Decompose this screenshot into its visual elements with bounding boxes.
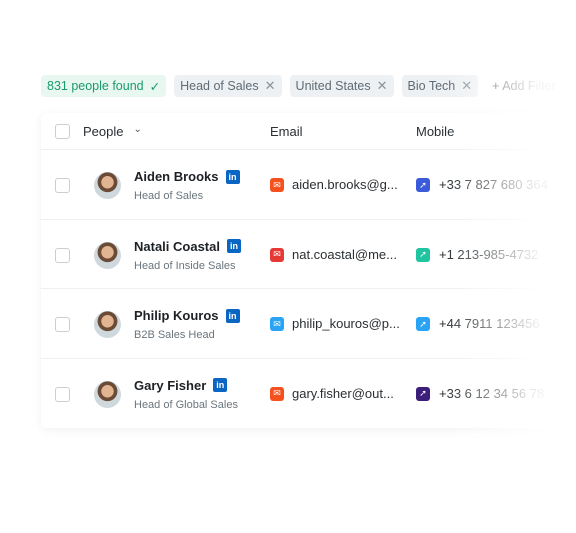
select-all-checkbox[interactable] — [55, 124, 70, 139]
avatar — [94, 311, 121, 338]
mobile-column-header: Mobile — [416, 124, 455, 139]
email-value[interactable]: gary.fisher@out... — [292, 386, 394, 401]
email-value[interactable]: nat.coastal@me... — [292, 247, 397, 262]
linkedin-icon[interactable]: in — [225, 308, 240, 323]
table-row[interactable]: Gary Fisher in Head of Global Sales ✉ gar… — [41, 359, 576, 429]
row-checkbox[interactable] — [55, 386, 70, 402]
phone-source-icon: ➚ — [416, 317, 430, 331]
email-value[interactable]: aiden.brooks@g... — [292, 177, 398, 192]
person-name[interactable]: Gary Fisher — [134, 378, 206, 393]
chevron-down-icon: ⌄ — [133, 124, 142, 135]
email-source-icon: ✉ — [270, 386, 284, 401]
mobile-value[interactable]: +44 7911 123456 — [439, 316, 540, 331]
phone-source-icon: ➚ — [416, 386, 430, 401]
table-row[interactable]: Philip Kouros in B2B Sales Head ✉ philip_… — [41, 289, 576, 359]
person-name[interactable]: Philip Kouros — [134, 308, 219, 323]
people-column-sort[interactable]: People ⌄ — [83, 124, 142, 139]
filter-chip-country[interactable]: United States ✕ — [289, 75, 394, 97]
avatar — [94, 241, 121, 269]
person-title: Head of Inside Sales — [134, 259, 236, 272]
person-name[interactable]: Aiden Brooks — [134, 169, 219, 184]
check-icon: ✓ — [149, 79, 161, 94]
close-icon[interactable]: ✕ — [265, 78, 276, 94]
filter-chip-title[interactable]: Head of Sales ✕ — [174, 75, 282, 97]
phone-source-icon: ➚ — [416, 178, 430, 192]
avatar — [94, 380, 121, 408]
email-value[interactable]: philip_kouros@p... — [292, 316, 400, 331]
table-row[interactable]: Natali Coastal in Head of Inside Sales ✉ … — [41, 220, 576, 289]
avatar — [94, 172, 121, 199]
person-title: Head of Sales — [134, 190, 204, 202]
filter-chip-industry[interactable]: Bio Tech ✕ — [401, 75, 479, 97]
email-source-icon: ✉ — [270, 317, 284, 331]
email-source-icon: ✉ — [270, 178, 284, 192]
mobile-value[interactable]: +33 6 12 34 56 78 — [439, 386, 544, 401]
person-title: Head of Global Sales — [134, 398, 238, 411]
person-title: B2B Sales Head — [134, 329, 215, 341]
close-icon[interactable]: ✕ — [377, 78, 388, 94]
close-icon[interactable]: ✕ — [461, 78, 472, 94]
email-column-header: Email — [270, 124, 303, 139]
linkedin-icon[interactable]: in — [226, 239, 241, 253]
table-header: People ⌄ Email Mobile — [41, 113, 576, 150]
row-checkbox[interactable] — [55, 317, 70, 332]
mobile-value[interactable]: +1 213-985-4732 — [439, 247, 538, 262]
row-checkbox[interactable] — [55, 178, 70, 193]
table-row[interactable]: Aiden Brooks in Head of Sales ✉ aiden.bro… — [41, 150, 576, 220]
add-filter-button[interactable]: + Add Filter — [486, 79, 556, 93]
linkedin-icon[interactable]: in — [225, 169, 240, 184]
phone-source-icon: ➚ — [416, 247, 430, 262]
linkedin-icon[interactable]: in — [213, 378, 228, 392]
email-source-icon: ✉ — [270, 247, 284, 262]
results-count-badge: 831 people found ✓ — [41, 75, 167, 97]
mobile-value[interactable]: +33 7 827 680 364 — [439, 177, 548, 192]
row-checkbox[interactable] — [55, 247, 70, 263]
person-name[interactable]: Natali Coastal — [134, 239, 220, 254]
filter-bar: 831 people found ✓ Head of Sales ✕ United … — [41, 75, 556, 97]
people-table: People ⌄ Email Mobile Aiden Brooks in Head… — [41, 113, 576, 428]
